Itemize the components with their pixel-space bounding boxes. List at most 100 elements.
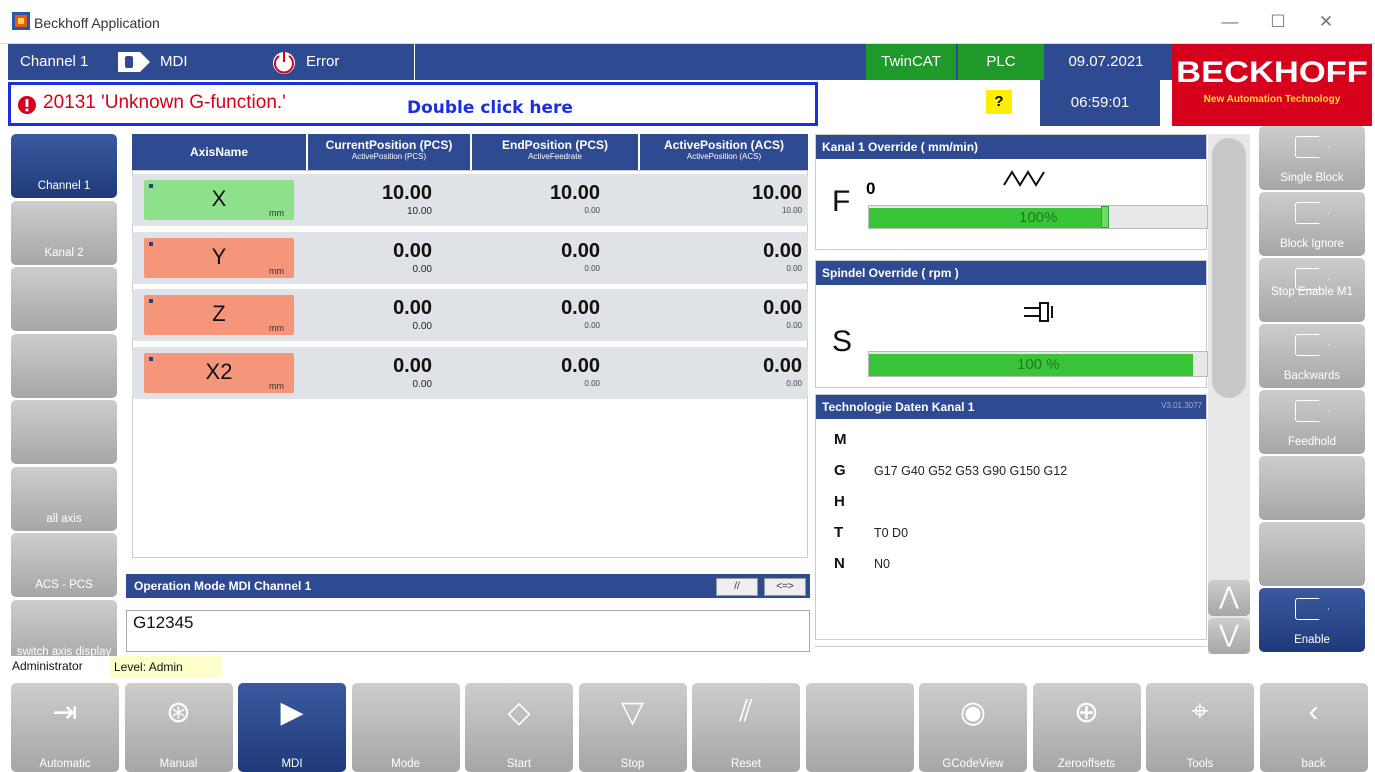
left-button-label: ACS - PCS — [35, 579, 93, 591]
axis-end-value: 10.00 — [549, 182, 600, 204]
left-button-7[interactable]: ACS - PCS — [11, 533, 117, 597]
right-button-label: Backwards — [1283, 370, 1341, 382]
tech-value: T0 D0 — [874, 526, 909, 540]
bottom-button-label: Tools — [1186, 758, 1214, 770]
right-button-6[interactable] — [1259, 456, 1365, 520]
right-button-2[interactable]: Block Ignore — [1259, 192, 1365, 256]
scroll-down-button[interactable]: ⋁ — [1208, 618, 1250, 654]
bottom-button-mdi[interactable]: ▶ MDI — [238, 683, 346, 772]
right-button-3[interactable]: Stop Enable M1 — [1259, 258, 1365, 322]
axis-unit: mm — [269, 380, 284, 391]
axis-act-sub: 10.00 — [781, 206, 802, 215]
axis-row[interactable]: Ymm 0.00 0.00 0.00 0.00 0.00 0.00 — [132, 231, 808, 284]
axis-act-value: 10.00 — [751, 182, 802, 204]
close-button[interactable]: ✕ — [1311, 10, 1341, 34]
header-axisname: AxisName — [132, 134, 306, 170]
right-scrollbar[interactable]: ⋀ ⋁ — [1208, 134, 1250, 654]
axis-row[interactable]: Xmm 10.00 10.00 10.00 0.00 10.00 10.00 — [132, 174, 808, 226]
left-button-label: Channel 1 — [37, 180, 91, 192]
axis-row[interactable]: Zmm 0.00 0.00 0.00 0.00 0.00 0.00 — [132, 289, 808, 341]
feed-slider[interactable]: 100% — [868, 205, 1208, 229]
right-button-4[interactable]: Backwards — [1259, 324, 1365, 388]
bottom-button-empty[interactable] — [805, 683, 914, 772]
bottom-button-reset[interactable]: ⫽ Reset — [692, 683, 800, 772]
minimize-button[interactable]: — — [1215, 10, 1245, 34]
left-button-8[interactable]: switch axis display — [11, 599, 117, 664]
manual-icon: ⊛ — [165, 696, 192, 729]
bottom-button-label: Zerooffsets — [1057, 758, 1116, 770]
tech-version: V3.01.3077 — [1161, 401, 1202, 410]
bottom-button-back[interactable]: ‹ back — [1259, 683, 1368, 772]
header-active-position: ActivePosition (ACS) ActivePosition (ACS… — [640, 134, 808, 170]
feed-override-header: Kanal 1 Override ( mm/min) — [816, 135, 1206, 159]
bottom-button-manual[interactable]: ⊛ Manual — [124, 683, 233, 772]
feed-slider-handle[interactable] — [1101, 206, 1109, 228]
bottom-button-mode[interactable]: Mode — [351, 683, 460, 772]
help-button[interactable]: ? — [986, 90, 1012, 114]
scrollbar-thumb[interactable] — [1212, 138, 1246, 398]
right-button-label: Feedhold — [1288, 436, 1336, 448]
axis-act-sub: 0.00 — [786, 378, 802, 388]
right-button-5[interactable]: Feedhold — [1259, 390, 1365, 454]
axis-cur-sub: 0.00 — [412, 378, 432, 390]
axis-row[interactable]: X2 mm 0.00 0.00 0.00 0.00 0.00 0.00 — [132, 346, 808, 399]
left-button-1[interactable]: Channel 1 — [11, 134, 117, 198]
feed-letter: F — [832, 185, 851, 218]
right-button-1[interactable]: Single Block — [1259, 126, 1365, 190]
bottom-button-stop[interactable]: ▽ Stop — [578, 683, 687, 772]
left-button-5[interactable] — [11, 400, 117, 464]
spindle-letter: S — [832, 325, 853, 358]
feed-value: 0 — [866, 179, 876, 198]
maximize-button[interactable]: ☐ — [1263, 10, 1293, 34]
bottom-button-zerooffsets[interactable]: ⊕ Zerooffsets — [1032, 683, 1141, 772]
mdi-skip-button[interactable]: // — [716, 578, 758, 596]
left-button-label: Kanal 2 — [44, 246, 84, 259]
axis-cur-value: 10.00 — [381, 182, 432, 204]
power-icon — [273, 52, 295, 74]
bottom-button-label: Reset — [730, 758, 762, 770]
right-button-label: Enable — [1294, 634, 1330, 646]
axis-cur-sub: 0.00 — [412, 321, 432, 332]
channel-label: Channel 1 — [20, 53, 89, 70]
window-title: Beckhoff Application — [34, 15, 160, 31]
bottom-button-tools[interactable]: ⌖ Tools — [1146, 683, 1254, 772]
right-button-label: Stop Enable M1 — [1271, 286, 1353, 298]
back-icon: ‹ — [1308, 695, 1319, 728]
feed-slider-fill — [869, 208, 1109, 228]
scroll-up-button[interactable]: ⋀ — [1208, 580, 1250, 616]
tech-key: M — [834, 431, 847, 448]
bottom-button-gcodeview[interactable]: ◉ GCodeView — [919, 683, 1027, 772]
axis-cur-value: 0.00 — [393, 239, 432, 262]
bottom-button-automatic[interactable]: ⇥ Automatic — [11, 683, 119, 772]
axis-end-sub: 0.00 — [584, 263, 600, 273]
axis-name-cell: X2 mm — [144, 352, 294, 393]
single-block-icon — [1295, 136, 1329, 158]
spindle-slider[interactable]: 100 % — [868, 351, 1208, 377]
bottom-button-start[interactable]: ◇ Start — [465, 683, 573, 772]
date-label: 09.07.2021 — [1068, 53, 1144, 70]
feed-wave-icon — [1003, 170, 1045, 187]
bottom-button-label: MDI — [281, 758, 303, 770]
user-bar: Administrator Level: Admin — [0, 656, 1375, 678]
axis-cur-value: 0.00 — [393, 297, 432, 319]
message-row: 20131 'Unknown G-function.' Double click… — [8, 80, 1162, 126]
left-button-3[interactable] — [11, 267, 117, 331]
mdi-input[interactable]: G12345 — [126, 610, 810, 652]
left-button-6[interactable]: all axis — [11, 466, 117, 531]
bottom-button-label: Mode — [391, 758, 420, 770]
axis-cur-value: 0.00 — [393, 354, 432, 377]
right-button-8[interactable]: Enable — [1259, 588, 1365, 652]
right-button-7[interactable] — [1259, 522, 1365, 586]
mdi-swap-button[interactable]: <=> — [764, 578, 806, 596]
left-button-4[interactable] — [11, 333, 117, 398]
bottom-button-label: GCodeView — [942, 758, 1004, 770]
state-label: Error — [306, 53, 340, 70]
mode-label: MDI — [160, 53, 188, 70]
spindle-percent: 100 % — [1017, 356, 1060, 373]
time-label: 06:59:01 — [1040, 80, 1160, 126]
left-button-2[interactable]: Kanal 2 — [11, 200, 117, 265]
axis-act-value: 0.00 — [763, 297, 802, 319]
error-message-box[interactable]: 20131 'Unknown G-function.' Double click… — [8, 82, 818, 126]
axis-act-sub: 0.00 — [786, 321, 802, 330]
axis-name-cell: Xmm — [144, 180, 294, 220]
